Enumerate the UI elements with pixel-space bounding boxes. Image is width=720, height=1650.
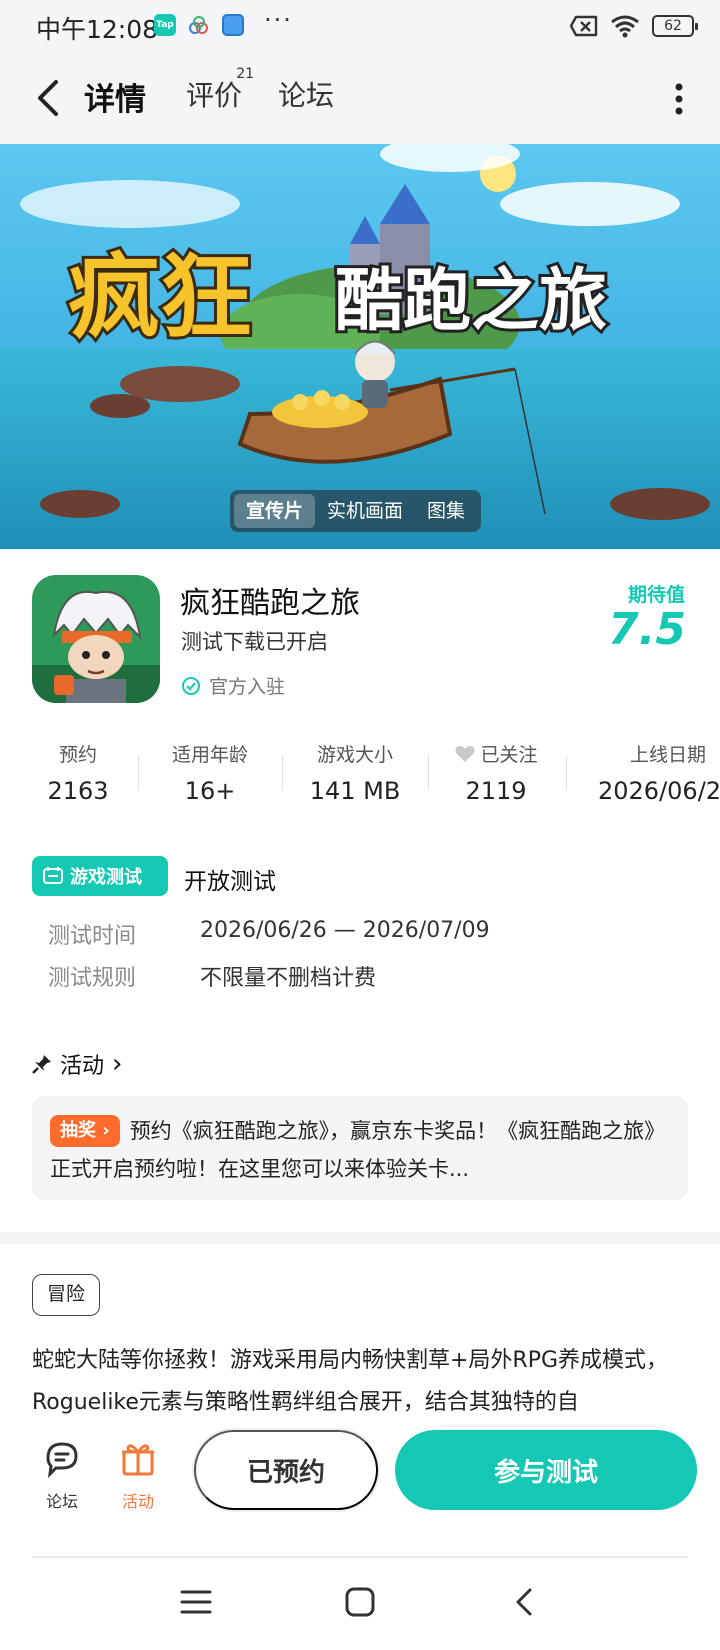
activity-title: 活动: [60, 1054, 105, 1079]
expectation-score: 7.5: [608, 604, 686, 655]
game-test-badge: 游戏测试: [32, 856, 168, 896]
stat-release-date[interactable]: 上线日期 2026/06/2: [598, 740, 720, 805]
test-rule-key: 测试规则: [48, 966, 137, 991]
tab-reviews[interactable]: 评价 21: [186, 66, 254, 114]
activity-header[interactable]: 活动 ›: [32, 1048, 122, 1080]
stat-label: 适用年龄: [171, 744, 248, 766]
join-test-button[interactable]: 参与测试: [395, 1430, 697, 1510]
activity-label: 活动: [121, 1492, 154, 1511]
section-separator: [0, 1232, 720, 1244]
back-nav-icon[interactable]: [504, 1582, 544, 1622]
chevron-right-icon: ›: [112, 1049, 123, 1079]
banner-title-right: 酷跑之旅: [335, 262, 607, 341]
activity-button[interactable]: 活动: [108, 1438, 168, 1512]
system-nav-bar: [0, 1558, 720, 1650]
stat-size[interactable]: 游戏大小 141 MB: [300, 740, 410, 805]
stat-value: 2163: [47, 777, 109, 805]
heart-icon: [455, 745, 475, 762]
stat-label: 预约: [58, 744, 97, 766]
test-rule-row: 测试规则 不限量不删档计费: [48, 960, 376, 992]
stat-value: 2119: [465, 777, 527, 805]
stat-value: 141 MB: [309, 777, 401, 805]
battery-icon: 62: [652, 15, 698, 37]
forum-button[interactable]: 论坛: [32, 1438, 92, 1512]
verified-check-icon: [182, 676, 200, 695]
pin-icon: [32, 1055, 51, 1074]
tab-details-label: 详情: [84, 82, 146, 118]
game-test-label: 游戏测试: [70, 867, 142, 888]
more-vertical-icon[interactable]: [674, 82, 684, 116]
media-tabs: 宣传片 实机画面 图集: [230, 490, 482, 532]
status-time: 中午12:08: [36, 15, 159, 44]
activity-card[interactable]: 抽奖 › 预约《疯狂酷跑之旅》，赢京东卡奖品！《疯狂酷跑之旅》正式开启预约啦！在这…: [32, 1096, 688, 1200]
status-bar: 中午12:08 Tap ··· 62: [0, 0, 720, 52]
test-time-value: 2026/06/26 — 2026/07/09: [200, 918, 490, 943]
reviews-count-badge: 21: [236, 66, 255, 82]
stat-value: 2026/06/2: [598, 777, 720, 805]
test-time-row: 测试时间 2026/06/26 — 2026/07/09: [48, 918, 490, 950]
bottom-action-bar: 论坛 活动 已预约 参与测试: [0, 1418, 720, 1556]
test-time-key: 测试时间: [48, 924, 137, 949]
wallet-icon: [222, 14, 244, 36]
genre-tag[interactable]: 冒险: [32, 1274, 101, 1316]
media-tab-gameplay[interactable]: 实机画面: [315, 494, 415, 528]
tab-forum-label: 论坛: [278, 79, 335, 112]
home-icon[interactable]: [340, 1582, 380, 1622]
test-type: 开放测试: [184, 869, 276, 895]
stat-label: 已关注: [480, 744, 538, 766]
tap-icon: Tap: [154, 14, 176, 36]
sim-off-icon: [570, 15, 598, 37]
wifi-icon: [611, 15, 639, 38]
back-icon[interactable]: [30, 76, 70, 120]
more-notifications-icon: ···: [264, 6, 293, 34]
official-verified: 官方入驻: [181, 672, 285, 699]
gift-icon: [122, 1444, 154, 1476]
activity-text: 预约《疯狂酷跑之旅》，赢京东卡奖品！《疯狂酷跑之旅》正式开启预约啦！在这里您可以…: [50, 1119, 666, 1181]
official-label: 官方入驻: [209, 676, 286, 698]
reserved-button[interactable]: 已预约: [194, 1430, 378, 1510]
game-icon: [32, 575, 160, 703]
test-rule-value: 不限量不删档计费: [200, 966, 377, 991]
menu-icon[interactable]: [176, 1582, 216, 1622]
stat-followed[interactable]: 已关注 2119: [446, 740, 546, 805]
stat-age[interactable]: 适用年龄 16+: [160, 740, 260, 805]
media-tab-trailer[interactable]: 宣传片: [234, 494, 316, 528]
tab-details[interactable]: 详情: [84, 74, 146, 119]
tab-forum[interactable]: 论坛: [278, 74, 334, 114]
media-tab-gallery[interactable]: 图集: [415, 494, 477, 528]
forum-label: 论坛: [45, 1492, 78, 1511]
tab-reviews-label: 评价: [186, 79, 243, 112]
game-title: 疯狂酷跑之旅: [180, 586, 360, 621]
expectation-label: 期待值: [627, 584, 685, 606]
divider: [566, 756, 567, 790]
divider: [138, 756, 139, 790]
game-status: 测试下载已开启: [181, 630, 328, 654]
lottery-tag: 抽奖 ›: [50, 1115, 120, 1147]
forum-icon: [46, 1442, 78, 1479]
banner-title-left: 疯狂: [68, 244, 252, 351]
stat-value: 16+: [184, 777, 236, 805]
divider: [282, 756, 283, 790]
top-nav: 详情 评价 21 论坛: [0, 52, 720, 144]
divider: [428, 756, 429, 790]
hero-artwork: 疯狂 酷跑之旅: [0, 144, 720, 549]
cloud-icon: [188, 16, 210, 38]
test-icon: [43, 867, 63, 884]
hero-media[interactable]: 疯狂 酷跑之旅 宣传片 实机画面 图集: [0, 144, 720, 549]
stat-label: 游戏大小: [316, 744, 393, 766]
stat-label: 上线日期: [630, 744, 707, 766]
game-description: 蛇蛇大陆等你拯救！游戏采用局内畅快割草+局外RPG养成模式，Roguelike元…: [32, 1348, 669, 1415]
stat-reservations[interactable]: 预约 2163: [38, 740, 118, 805]
